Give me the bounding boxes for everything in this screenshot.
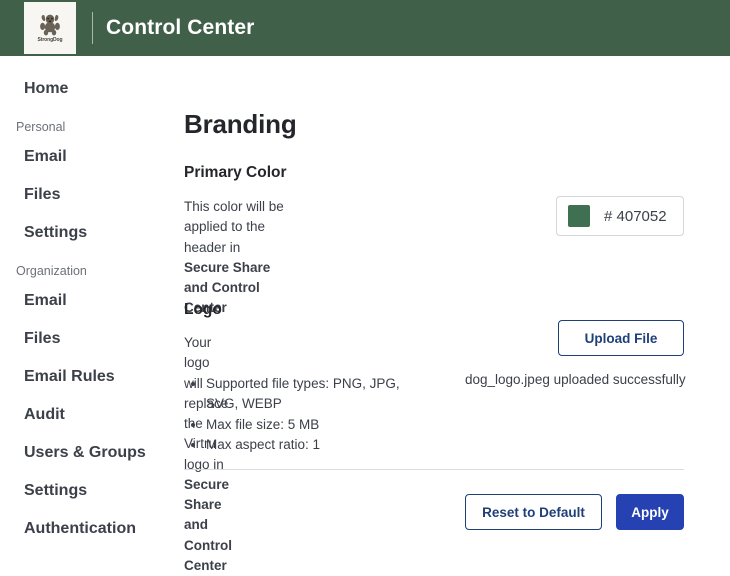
logo-spec-item: Max file size: 5 MB (206, 415, 418, 435)
color-hex-value: # 407052 (604, 208, 667, 225)
sidebar-item-email[interactable]: Email (0, 138, 184, 176)
sidebar-item-settings[interactable]: Settings (0, 472, 184, 510)
sidebar-item-email-rules[interactable]: Email Rules (0, 358, 184, 396)
logo-spec-item: Max aspect ratio: 1 (206, 435, 418, 455)
primary-color-description-text: This color will be applied to the header… (184, 199, 284, 255)
reset-to-default-button[interactable]: Reset to Default (465, 494, 602, 530)
main-content: Branding Primary Color This color will b… (184, 56, 730, 551)
sidebar-item-home[interactable]: Home (0, 70, 184, 108)
sidebar-item-settings[interactable]: Settings (0, 214, 184, 252)
brand-wordmark: StrongDog (38, 38, 63, 43)
brand-logo-tile[interactable]: StrongDog (24, 2, 76, 54)
sidebar-item-email[interactable]: Email (0, 282, 184, 320)
logo-spec-item: Supported file types: PNG, JPG, SVG, WEB… (206, 374, 418, 415)
page-title: Branding (184, 109, 297, 140)
hash-symbol: # (604, 208, 612, 225)
dog-logo-icon (37, 13, 63, 37)
app-title: Control Center (106, 0, 254, 56)
primary-color-section: Primary Color This color will be applied… (184, 164, 287, 182)
header-divider (92, 12, 93, 44)
sidebar-group-personal: Personal (0, 108, 184, 138)
apply-button[interactable]: Apply (616, 494, 684, 530)
logo-spec-list: Supported file types: PNG, JPG, SVG, WEB… (188, 374, 418, 455)
sidebar-item-files[interactable]: Files (0, 176, 184, 214)
sidebar: HomePersonalEmailFilesSettingsOrganizati… (0, 56, 184, 551)
logo-section: Logo Your logo will replace the Virtru l… (184, 301, 222, 319)
app-header: StrongDog Control Center (0, 0, 730, 56)
footer-divider (184, 469, 684, 470)
sidebar-item-authentication[interactable]: Authentication (0, 510, 184, 548)
sidebar-item-users-groups[interactable]: Users & Groups (0, 434, 184, 472)
upload-status-message: dog_logo.jpeg uploaded successfully (465, 372, 686, 387)
color-hex-digits: 407052 (617, 208, 667, 225)
logo-heading: Logo (184, 301, 222, 319)
action-bar: Reset to Default Apply (184, 494, 684, 530)
sidebar-group-organization: Organization (0, 252, 184, 282)
primary-color-heading: Primary Color (184, 164, 287, 182)
sidebar-item-audit[interactable]: Audit (0, 396, 184, 434)
primary-color-field[interactable]: # 407052 (556, 196, 684, 236)
color-swatch[interactable] (568, 205, 590, 227)
sidebar-item-files[interactable]: Files (0, 320, 184, 358)
upload-file-button[interactable]: Upload File (558, 320, 684, 356)
